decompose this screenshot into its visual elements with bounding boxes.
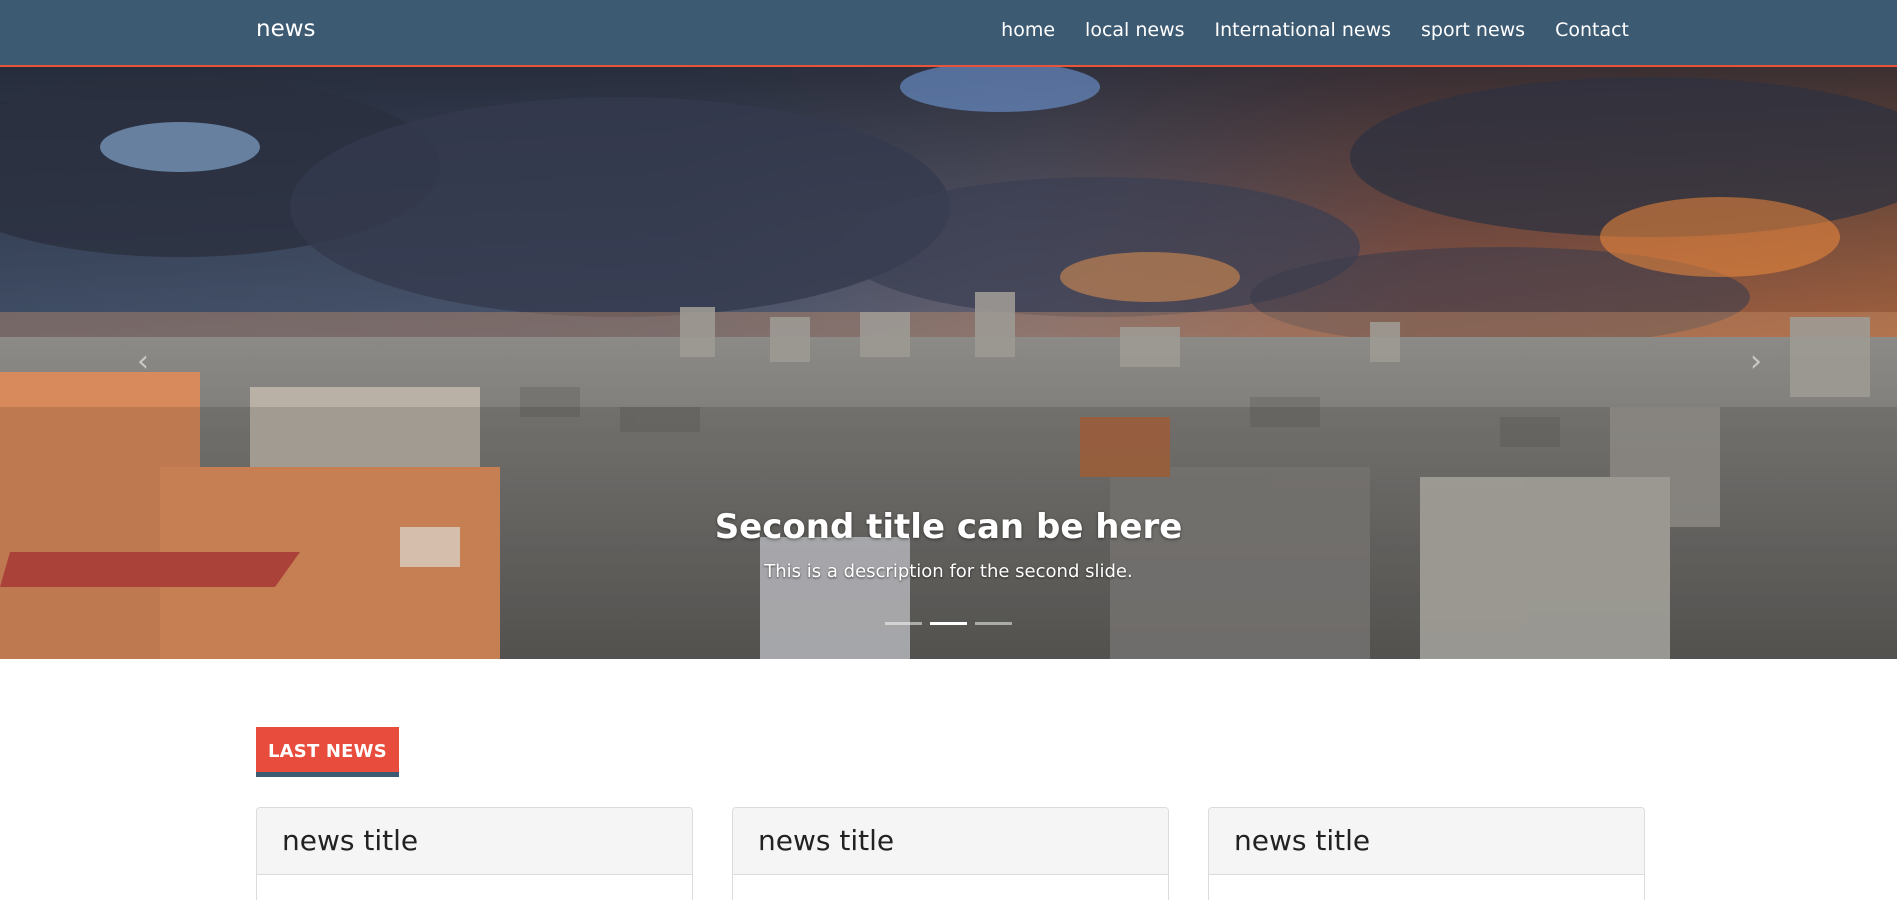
nav-link-international-news[interactable]: International news [1200,19,1406,41]
slide-caption: Second title can be here This is a descr… [0,507,1897,582]
nav-link-local-news[interactable]: local news [1070,19,1199,41]
news-card-title: news title [1209,808,1644,875]
navbar: news home local news International news … [0,0,1897,67]
news-card-title: news title [733,808,1168,875]
nav-menu: home local news International news sport… [986,19,1629,41]
slide-title: Second title can be here [714,507,1183,547]
carousel-indicator-2[interactable] [930,622,967,625]
section-heading-last-news: LAST NEWS [256,727,399,777]
carousel-prev-button[interactable]: ‹ [128,342,158,382]
chevron-left-icon: ‹ [137,344,149,379]
slide-description: This is a description for the second sli… [764,561,1133,582]
carousel-indicator-3[interactable] [975,622,1012,625]
news-card[interactable]: news title [1208,807,1645,900]
news-card[interactable]: news title [256,807,693,900]
chevron-right-icon: › [1750,344,1762,379]
news-cards: news title news title news title [256,807,1645,900]
hero-carousel: ‹ › Second title can be here This is a d… [0,67,1897,659]
brand-link[interactable]: news [256,16,316,42]
carousel-next-button[interactable]: › [1741,342,1771,382]
carousel-indicator-1[interactable] [885,622,922,625]
news-card[interactable]: news title [732,807,1169,900]
news-card-title: news title [257,808,692,875]
nav-link-home[interactable]: home [986,19,1070,41]
nav-link-contact[interactable]: Contact [1540,19,1629,41]
carousel-indicators [0,622,1897,625]
nav-link-sport-news[interactable]: sport news [1406,19,1540,41]
